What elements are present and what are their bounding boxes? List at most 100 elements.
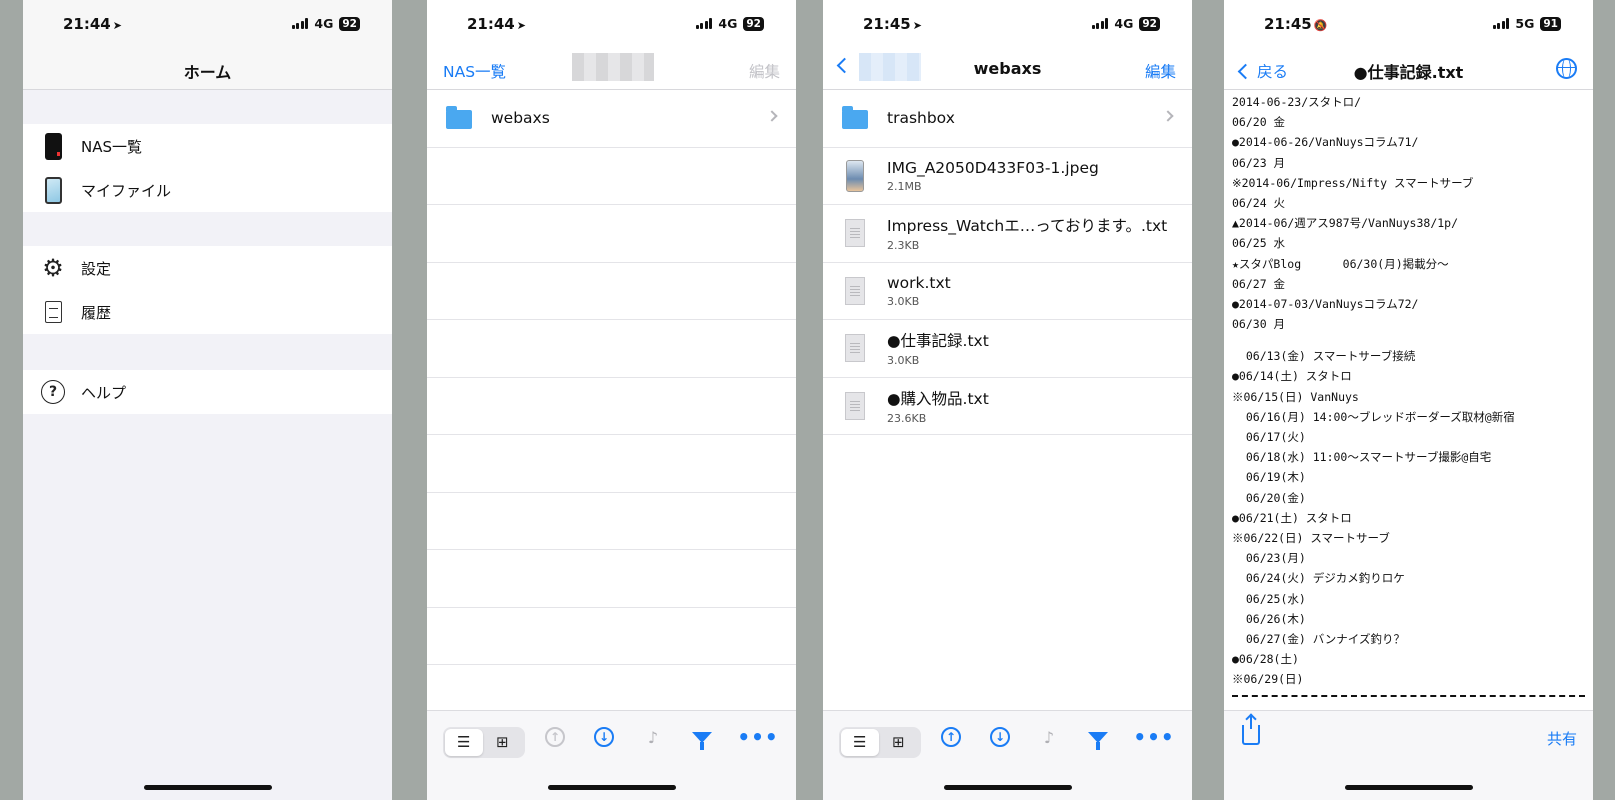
share-button[interactable]: 共有 [1547,728,1577,749]
menu-item-label: 履歴 [81,303,112,322]
status-time: 21:44 ➤ [63,15,122,33]
list-view-icon[interactable]: ☰ [853,733,866,751]
signal-icon [291,18,309,29]
text-line: 06/16(月) 14:00〜ブレッドボーダーズ取材@新宿 [1232,409,1515,424]
text-line: 06/13(金) スマートサーブ接続 [1232,349,1416,364]
status-bar: 21:45 🔕 5G 91 [1224,0,1593,50]
home-screen: 21:44 ➤ 4G 92 ホーム NAS一覧 マイファイル ⚙ 設定 履歴 ?… [23,0,392,800]
text-line: 06/20 金 [1232,115,1286,130]
grid-view-icon[interactable]: ⊞ [496,733,509,751]
empty-row [427,435,796,493]
signal-icon [1091,18,1109,29]
empty-row [427,493,796,550]
text-line: 2014-06-23/スタトロ/ [1232,95,1362,109]
text-line: 06/30 月 [1232,317,1286,332]
location-arrow-icon: ➤ [112,19,122,32]
home-indicator[interactable] [1344,785,1473,790]
text-line: ●2014-07-03/VanNuysコラム72/ [1232,296,1419,311]
view-mode-toggle[interactable]: ☰ ⊞ [443,727,525,758]
status-bar: 21:44 ➤ 4G 92 [23,0,392,50]
list-item-file[interactable]: ●仕事記録.txt 3.0KB [823,320,1192,378]
folder-icon [841,106,869,130]
home-indicator[interactable] [143,785,272,790]
text-line: ※06/15(日) VanNuys [1232,389,1359,404]
text-line: 06/26(木) [1232,611,1306,626]
list-item-folder-webaxs[interactable]: webaxs [427,90,796,148]
menu-item-nas-list[interactable]: NAS一覧 [23,124,392,168]
empty-row [427,148,796,205]
text-file-icon [841,391,869,420]
share-icon[interactable] [1242,715,1260,745]
text-line: 06/27(金) バンナイズ釣り？ [1232,631,1405,646]
text-file-icon [841,334,869,363]
list-item-folder-trashbox[interactable]: trashbox [823,90,1192,148]
empty-row [427,320,796,378]
file-size: 2.3KB [887,239,920,253]
text-line: 06/23(月) [1232,551,1306,566]
network-label: 4G [1114,16,1134,31]
menu-group-help: ? ヘルプ [23,370,392,414]
file-name: webaxs [491,109,550,128]
download-icon[interactable]: ↓ [989,726,1011,748]
download-icon[interactable]: ↓ [593,726,615,748]
home-indicator[interactable] [943,785,1072,790]
filter-icon[interactable] [1087,726,1109,750]
dashed-separator [1232,695,1585,705]
menu-item-settings[interactable]: ⚙ 設定 [23,246,392,290]
file-name: IMG_A2050D433F03-1.jpeg [887,158,1099,177]
more-icon[interactable]: ••• [737,725,777,749]
chevron-right-icon [766,110,778,122]
menu-item-help[interactable]: ? ヘルプ [23,370,392,414]
signal-icon [695,18,713,29]
upload-icon[interactable]: ↑ [940,726,962,748]
text-line: 06/23 月 [1232,155,1286,170]
file-size: 2.1MB [887,179,922,193]
file-name: trashbox [887,109,955,128]
text-content[interactable]: 2014-06-23/スタトロ/06/20 金 ●2014-06-26/VanNu… [1224,90,1593,710]
empty-row [427,205,796,263]
list-item-file[interactable]: Impress_Watchエ…っております。.txt 2.3KB [823,205,1192,263]
view-mode-toggle[interactable]: ☰ ⊞ [839,727,921,758]
network-label: 4G [718,16,738,31]
chevron-right-icon [1162,110,1174,122]
file-list: webaxs [427,90,796,710]
list-item-file[interactable]: IMG_A2050D433F03-1.jpeg 2.1MB [823,148,1192,205]
edit-button[interactable]: 編集 [749,60,780,82]
page-title: webaxs [973,59,1042,78]
text-line: ※2014-06/Impress/Nifty スマートサーブ [1232,175,1474,190]
phone-light-icon [39,176,67,204]
text-line: 06/18(水) 11:00〜スマートサーブ撮影@自宅 [1232,450,1492,465]
status-time: 21:45 🔕 [1264,15,1328,33]
home-indicator[interactable] [547,785,676,790]
music-icon[interactable]: ♪ [642,726,664,748]
text-viewer-screen: 21:45 🔕 5G 91 戻る ●仕事記録.txt 2014-06-23/スタト… [1224,0,1593,800]
text-line: ※06/22(日) スマートサーブ [1232,530,1390,545]
upload-icon[interactable]: ↑ [544,726,566,748]
nas-screen: 21:44 ➤ 4G 92 NAS一覧 編集 webaxs ☰ ⊞ ↑ ↓ ♪ … [427,0,796,800]
menu-item-history[interactable]: 履歴 [23,290,392,334]
text-line: ▲2014-06/週アス987号/VanNuys38/1p/ [1232,216,1459,231]
file-name: ●購入物品.txt [887,389,989,408]
text-file-icon [841,276,869,305]
status-time: 21:45 ➤ [863,15,922,33]
menu-item-my-files[interactable]: マイファイル [23,168,392,212]
network-label: 5G [1515,16,1535,31]
status-bar: 21:44 ➤ 4G 92 [427,0,796,50]
page-title: ホーム [183,63,232,82]
empty-row [427,263,796,320]
help-icon: ? [39,378,67,406]
list-view-icon[interactable]: ☰ [457,733,470,751]
list-item-file[interactable]: work.txt 3.0KB [823,263,1192,320]
filter-icon[interactable] [691,726,713,750]
file-name: work.txt [887,273,951,292]
text-line: ※06/29(日) [1232,672,1304,687]
list-item-file[interactable]: ●購入物品.txt 23.6KB [823,378,1192,435]
empty-row [427,608,796,665]
music-icon[interactable]: ♪ [1038,726,1060,748]
grid-view-icon[interactable]: ⊞ [892,733,905,751]
globe-button[interactable] [1556,58,1577,79]
back-button[interactable]: NAS一覧 [443,60,506,82]
menu-item-label: 設定 [81,259,112,278]
edit-button[interactable]: 編集 [1145,60,1176,82]
more-icon[interactable]: ••• [1133,725,1173,749]
